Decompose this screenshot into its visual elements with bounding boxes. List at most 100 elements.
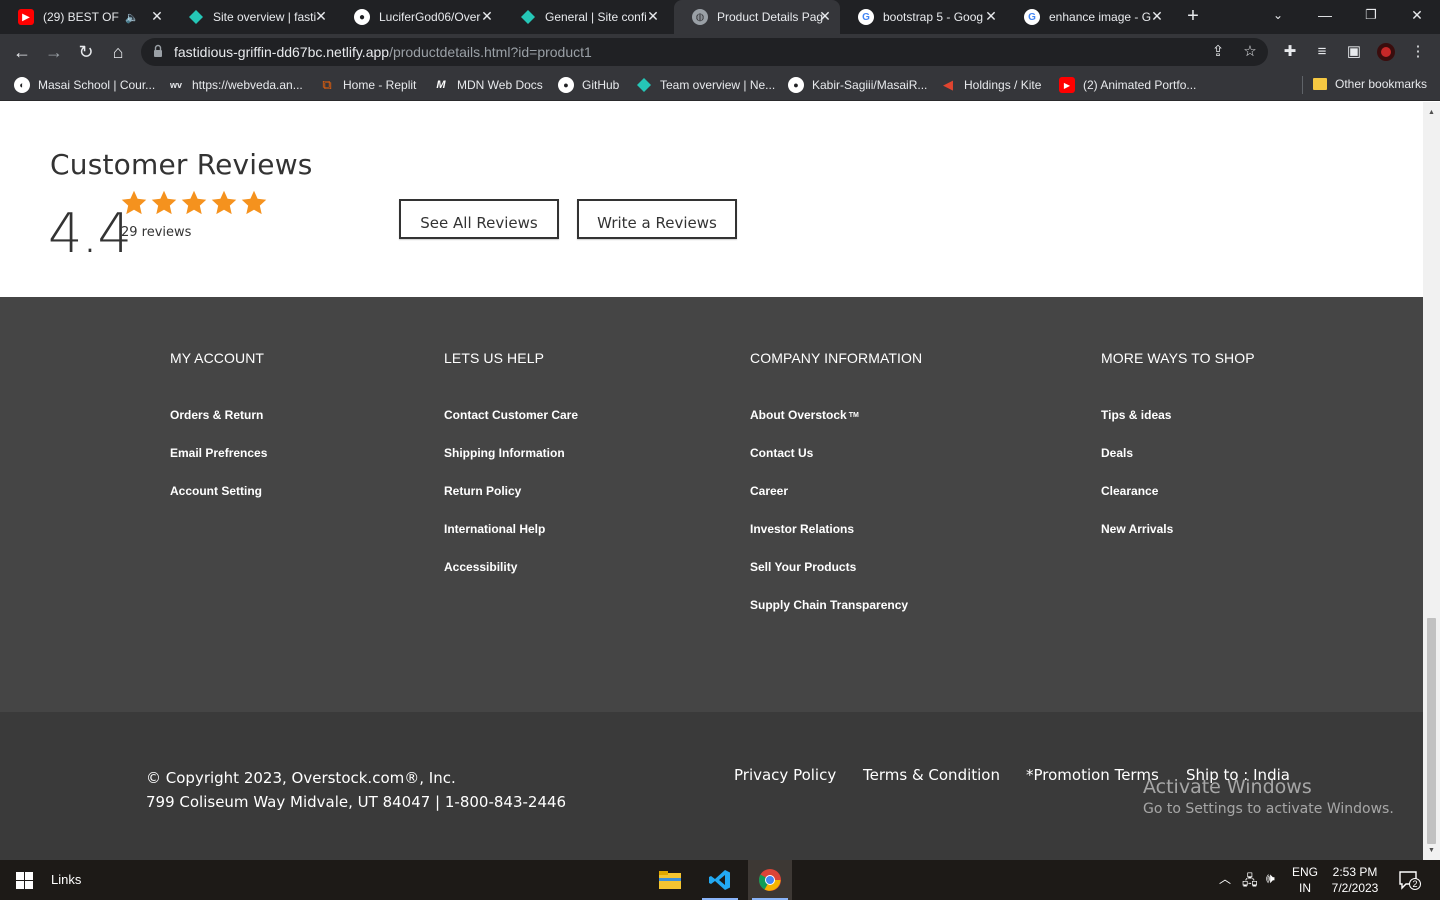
other-bookmarks[interactable]: Other bookmarks	[1313, 77, 1427, 91]
watermark-title: Activate Windows	[1143, 776, 1312, 798]
footer-heading: COMPANY INFORMATION	[750, 350, 923, 366]
close-tab-icon[interactable]: ✕	[818, 9, 832, 23]
tab-youtube[interactable]: ▶ (29) BEST OF B 🔈 ✕	[0, 0, 172, 34]
scroll-up-arrow-icon[interactable]: ▲	[1427, 108, 1436, 117]
media-control-icon[interactable]: ≡	[1312, 42, 1332, 62]
home-button[interactable]: ⌂	[106, 40, 130, 64]
star-rating	[120, 189, 270, 217]
footer-link-orders-return[interactable]: Orders & Return	[170, 408, 267, 446]
forward-button[interactable]: →	[42, 40, 66, 64]
mdn-icon: M	[436, 79, 446, 91]
tab-search-icon[interactable]: ⌄	[1255, 0, 1301, 32]
page-scrollbar[interactable]: ▲ ▼	[1423, 102, 1440, 860]
footer-link-clearance[interactable]: Clearance	[1101, 484, 1255, 522]
bookmark-github[interactable]: ● GitHub	[558, 77, 619, 93]
footer-link-account-setting[interactable]: Account Setting	[170, 484, 267, 522]
links-toolbar[interactable]: Links	[51, 872, 81, 887]
new-tab-button[interactable]: +	[1182, 5, 1204, 27]
tab-bootstrap-google[interactable]: G bootstrap 5 - Goog ✕	[840, 0, 1006, 34]
tab-general-site-config[interactable]: General | Site confi ✕	[502, 0, 668, 34]
vscode-icon[interactable]	[698, 860, 742, 900]
language-indicator[interactable]: ENG IN	[1290, 864, 1320, 896]
tab-enhance-image-google[interactable]: G enhance image - G ✕	[1006, 0, 1172, 34]
bookmark-label: Masai School | Cour...	[38, 78, 156, 92]
footer-links-section: MY ACCOUNT Orders & Return Email Prefren…	[0, 297, 1423, 712]
close-window-button[interactable]: ✕	[1394, 0, 1440, 32]
show-hidden-icons-chevron-icon[interactable]: ︿	[1219, 870, 1231, 887]
bookmark-divider	[1302, 76, 1303, 94]
page-viewport: Customer Reviews 4.4 29 reviews See All …	[0, 102, 1423, 860]
footer-link-tips-ideas[interactable]: Tips & ideas	[1101, 408, 1255, 446]
volume-icon[interactable]: 🕪	[1266, 870, 1275, 887]
close-tab-icon[interactable]: ✕	[984, 9, 998, 23]
bookmark-kite[interactable]: ◀ Holdings / Kite	[940, 77, 1041, 93]
bookmark-mdn[interactable]: M MDN Web Docs	[433, 77, 542, 93]
reload-button[interactable]: ↻	[74, 40, 98, 64]
copyright-text: © Copyright 2023, Overstock.com®, Inc.	[146, 769, 456, 787]
folder-icon	[1313, 78, 1327, 90]
tab-site-overview[interactable]: Site overview | fasti ✕	[170, 0, 336, 34]
close-tab-icon[interactable]: ✕	[150, 9, 164, 23]
file-explorer-icon[interactable]	[648, 860, 692, 900]
speaker-icon[interactable]: 🔈	[125, 11, 139, 24]
tab-github[interactable]: ● LuciferGod06/Over ✕	[336, 0, 502, 34]
footer-link-accessibility[interactable]: Accessibility	[444, 560, 578, 598]
network-icon[interactable]: 🖧	[1242, 870, 1258, 894]
footer-link-international-help[interactable]: International Help	[444, 522, 578, 560]
windows-start-icon[interactable]	[16, 872, 33, 889]
tab-product-details[interactable]: ◍ Product Details Pag ✕	[674, 0, 840, 34]
footer-link-deals[interactable]: Deals	[1101, 446, 1255, 484]
footer-link-shipping-information[interactable]: Shipping Information	[444, 446, 578, 484]
promotion-terms-link[interactable]: *Promotion Terms	[1026, 766, 1159, 784]
footer-link-return-policy[interactable]: Return Policy	[444, 484, 578, 522]
chrome-icon[interactable]	[748, 860, 792, 900]
bookmark-star-icon[interactable]: ☆	[1241, 43, 1259, 61]
close-tab-icon[interactable]: ✕	[1150, 9, 1164, 23]
footer-link-new-arrivals[interactable]: New Arrivals	[1101, 522, 1255, 560]
bookmark-masai[interactable]: ◐ Masai School | Cour...	[14, 77, 155, 93]
bookmark-webveda[interactable]: wv https://webveda.an...	[168, 77, 303, 93]
footer-column-company: COMPANY INFORMATION About Overstock TM Co…	[750, 350, 922, 636]
browser-menu-icon[interactable]: ⋮	[1408, 42, 1428, 62]
footer-link-email-preferences[interactable]: Email Prefrences	[170, 446, 267, 484]
minimize-button[interactable]: —	[1302, 0, 1348, 32]
windows-taskbar: Links ︿ 🖧 🕪 ENG IN 2:53 PM 7/2/2023 2	[0, 860, 1440, 900]
footer-column-my-account: MY ACCOUNT Orders & Return Email Prefren…	[170, 350, 267, 522]
footer-link-supply-chain[interactable]: Supply Chain Transparency	[750, 598, 922, 636]
privacy-policy-link[interactable]: Privacy Policy	[734, 766, 836, 784]
masai-icon: ◐	[14, 77, 30, 93]
star-icon	[181, 190, 207, 215]
footer-link-sell-your-products[interactable]: Sell Your Products	[750, 560, 922, 598]
write-review-button[interactable]: Write a Reviews	[577, 199, 737, 239]
close-tab-icon[interactable]: ✕	[480, 9, 494, 23]
bookmark-kabir-sagiii[interactable]: ● Kabir-Sagiii/MasaiR...	[788, 77, 927, 93]
footer-link-contact-customer-care[interactable]: Contact Customer Care	[444, 408, 578, 446]
footer-heading: LETS US HELP	[444, 350, 545, 366]
scroll-down-arrow-icon[interactable]: ▼	[1427, 846, 1436, 855]
lock-icon[interactable]	[153, 44, 163, 58]
system-clock[interactable]: 2:53 PM 7/2/2023	[1327, 864, 1383, 896]
region-code: IN	[1299, 881, 1311, 895]
bookmark-animated-portfolio[interactable]: ▶ (2) Animated Portfo...	[1059, 77, 1196, 93]
profile-avatar[interactable]	[1376, 42, 1396, 62]
close-tab-icon[interactable]: ✕	[646, 9, 660, 23]
side-panel-icon[interactable]: ▣	[1344, 42, 1364, 62]
terms-condition-link[interactable]: Terms & Condition	[863, 766, 1000, 784]
bookmark-replit[interactable]: ⧉ Home - Replit	[319, 77, 416, 93]
footer-link-about-overstock[interactable]: About Overstock TM	[750, 408, 922, 446]
address-bar[interactable]: fastidious-griffin-dd67bc.netlify.app/pr…	[141, 38, 1268, 66]
star-icon	[241, 190, 267, 215]
footer-link-contact-us[interactable]: Contact Us	[750, 446, 922, 484]
notification-center-icon[interactable]: 2	[1398, 869, 1421, 894]
close-tab-icon[interactable]: ✕	[314, 9, 328, 23]
scrollbar-thumb[interactable]	[1427, 618, 1436, 844]
see-all-reviews-button[interactable]: See All Reviews	[399, 199, 559, 239]
google-icon: G	[858, 9, 874, 25]
footer-link-career[interactable]: Career	[750, 484, 922, 522]
bookmark-team-overview[interactable]: Team overview | Ne...	[636, 77, 775, 93]
extensions-icon[interactable]: ✚	[1280, 42, 1300, 62]
share-icon[interactable]: ⇪	[1209, 43, 1227, 61]
back-button[interactable]: ←	[10, 40, 34, 64]
footer-link-investor-relations[interactable]: Investor Relations	[750, 522, 922, 560]
restore-button[interactable]: ❐	[1348, 0, 1394, 32]
